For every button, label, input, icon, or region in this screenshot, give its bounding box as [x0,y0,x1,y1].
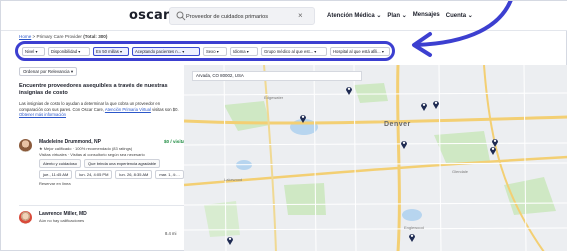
search-input[interactable] [186,10,296,23]
avatar [19,211,32,224]
slot-button[interactable]: lun. 26, 8:35 AM [115,170,153,179]
learn-more-link[interactable]: Obtener más información [19,112,66,117]
provider-rating: ★ Mejor calificado · 100% recomendado (8… [39,146,133,151]
provider-rating: Aún no hay calificaciones [39,218,85,223]
provider-card[interactable]: Madeleine Drummond, NP $0 / visita ★ Mej… [19,139,185,201]
map-view[interactable]: Arvada, CO 80002, USA Denver Lakewood Ed… [184,65,567,251]
map-area-label: Edgewater [264,95,284,100]
breadcrumb-home[interactable]: Home [19,34,31,39]
map-pin-icon[interactable] [432,99,440,109]
slot-button[interactable]: mar. 1, 4:… [155,170,185,179]
map-canvas [184,65,567,251]
filter-bar: Nivel ▾ Disponibilidad ▾ En 50 millas ▾ … [15,41,395,61]
filter-nivel[interactable]: Nivel ▾ [22,47,45,56]
tag: Atento y cuidadoso [39,159,82,168]
search-bar[interactable]: × [169,7,315,25]
clear-icon[interactable]: × [298,11,303,20]
map-pin-icon[interactable] [345,85,353,95]
map-pin-icon[interactable] [489,145,497,155]
map-pin-icon[interactable] [400,139,408,149]
avatar [19,139,32,152]
filter-hospital[interactable]: Hospital al que está afili... ▾ [330,47,390,56]
annotation-arrow [412,1,513,57]
map-pin-icon[interactable] [226,235,234,245]
sort-dropdown[interactable]: Ordenar por Relevancia ▾ [19,67,77,76]
slot-button[interactable]: jue., 11:45 AM [39,170,73,179]
map-pin-icon[interactable] [420,101,428,111]
breadcrumb: Home > Primary Care Provider (Total: 300… [19,34,108,39]
slot-button[interactable]: lun. 24, 4:05 PM [75,170,113,179]
search-icon [176,11,186,21]
reserve-online[interactable]: Reservar en línea [39,181,71,186]
filter-distance[interactable]: En 50 millas ▾ [93,47,129,56]
map-city-label: Denver [384,121,411,128]
virtual-primary-care-link[interactable]: Atención Primaria Virtual [105,107,151,112]
oscar-logo[interactable]: oscar [129,8,170,23]
filter-idioma[interactable]: Idioma ▾ [230,47,258,56]
tag: Que brinda una experiencia agradable [84,159,161,168]
map-pin-icon[interactable] [299,113,307,123]
results-list: Encuentre proveedores asequibles a travé… [19,83,185,236]
map-pin-icon[interactable] [408,232,416,242]
appointment-slots: jue., 11:45 AM lun. 24, 4:05 PM lun. 26,… [39,170,185,179]
visit-types: Visitas virtuales · Visitas al consultor… [39,152,145,157]
browser-page: oscar × Atención Médica ⌄ Plan ⌄ Mensaje… [0,0,567,251]
map-area-label: Lakewood [224,177,243,182]
cost-badges-title: Encuentre proveedores asequibles a travé… [19,83,168,96]
provider-tags: Atento y cuidadoso Que brinda una experi… [39,159,161,168]
provider-name[interactable]: Lawrence Miller, MD [39,211,87,217]
filter-sexo[interactable]: Sexo ▾ [203,47,227,56]
map-area-label: Glendale [452,169,469,174]
filter-accepting-patients[interactable]: Aceptando pacientes n... ▾ [132,47,200,56]
filter-medical-group[interactable]: Grupo médico al que est... ▾ [261,47,327,56]
price-badge: $0 / visita [164,139,185,144]
divider [19,205,184,206]
provider-distance: 8.4 mi [165,231,177,236]
filter-disponibilidad[interactable]: Disponibilidad ▾ [48,47,90,56]
nav-atencion-medica[interactable]: Atención Médica ⌄ [327,12,381,19]
cost-badges-body: Las insignias de costo lo ayudan a deter… [19,101,179,118]
provider-name[interactable]: Madeleine Drummond, NP [39,139,101,145]
map-address-field[interactable]: Arvada, CO 80002, USA [192,71,362,81]
provider-card[interactable]: Lawrence Miller, MD Aún no hay calificac… [19,211,184,241]
map-area-label: Englewood [404,225,424,230]
breadcrumb-current: Primary Care Provider [36,34,82,39]
